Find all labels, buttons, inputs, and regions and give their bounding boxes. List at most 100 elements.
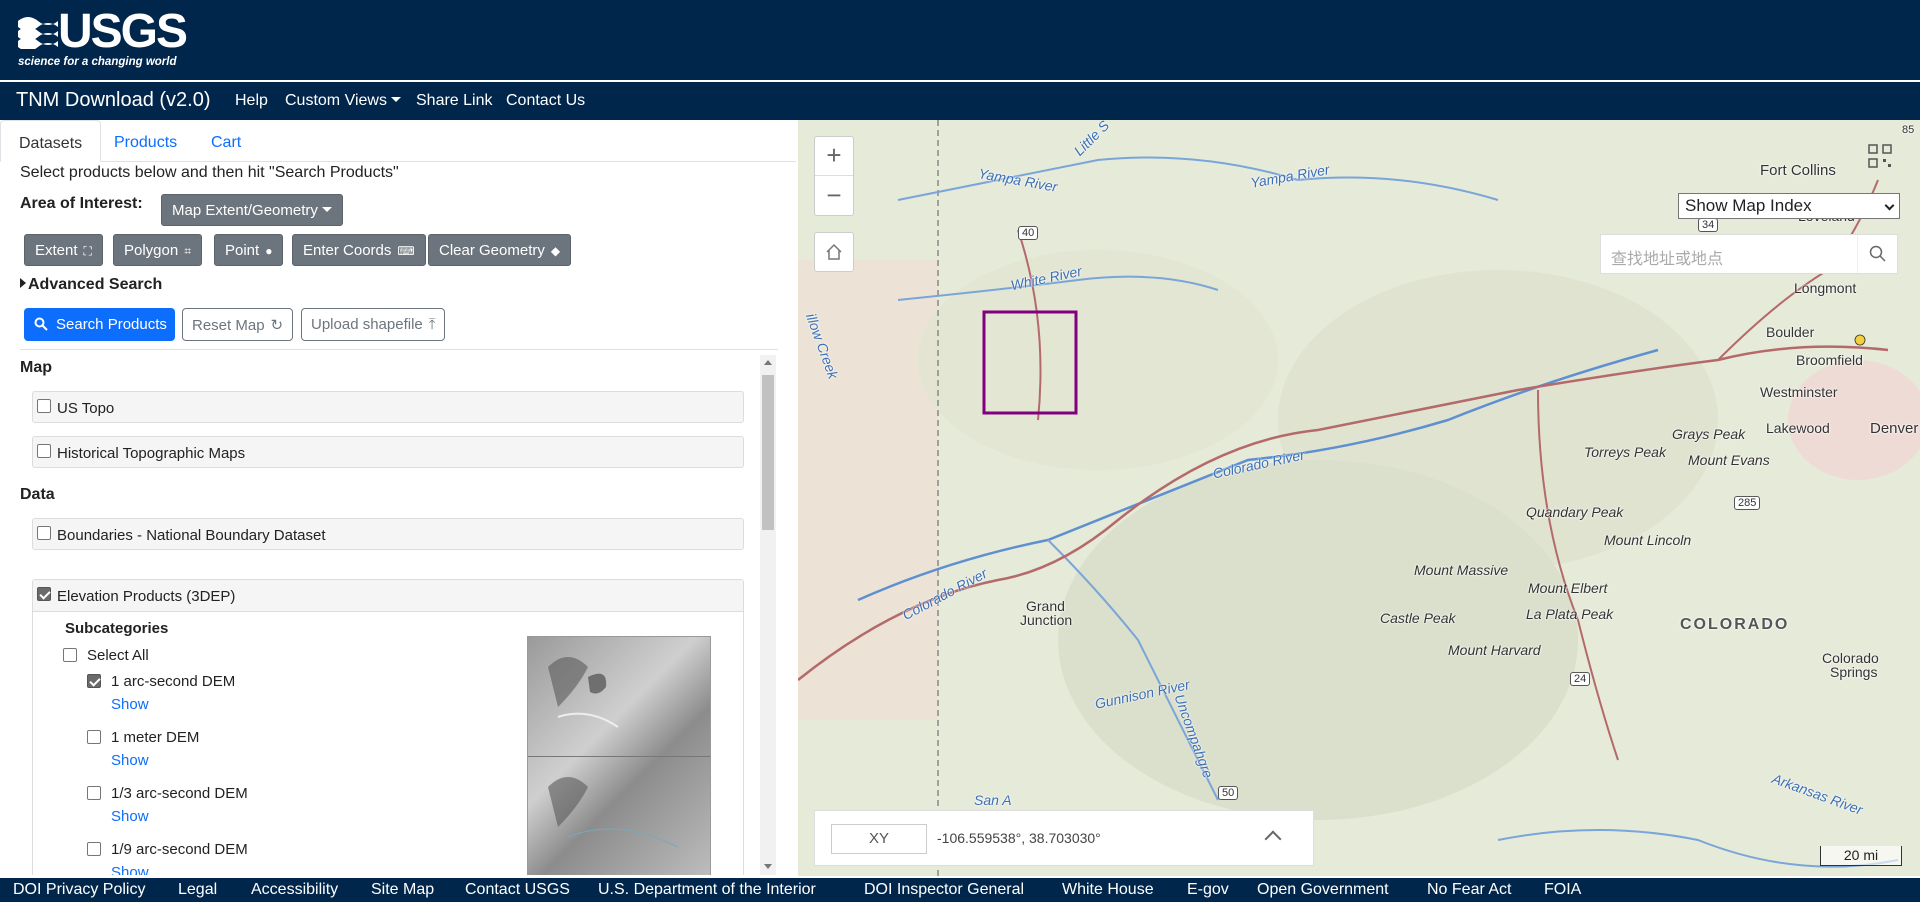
home-button[interactable] — [814, 232, 854, 272]
footer-link[interactable]: U.S. Department of the Interior — [598, 881, 816, 899]
data-section-heading: Data — [20, 486, 55, 503]
footer-link[interactable]: DOI Privacy Policy — [13, 881, 145, 899]
app-brand[interactable]: TNM Download (v2.0) — [16, 89, 211, 112]
extent-button[interactable]: Extent ⛶ — [24, 234, 103, 266]
peak-label: Mount Evans — [1688, 452, 1770, 468]
elevation-checkbox[interactable] — [37, 587, 51, 601]
subcategory-checkbox[interactable] — [87, 674, 101, 688]
scroll-down-icon[interactable] — [764, 864, 772, 869]
usgs-wordmark: USGS — [58, 5, 188, 58]
footer-link[interactable]: DOI Inspector General — [864, 881, 1024, 899]
highway-shield: 285 — [1734, 496, 1761, 510]
tab-datasets[interactable]: Datasets — [0, 120, 102, 162]
footer-link[interactable]: Contact USGS — [465, 881, 570, 899]
search-products-button[interactable]: Search Products — [24, 308, 175, 341]
nav-contact-us[interactable]: Contact Us — [506, 92, 585, 110]
footer-link[interactable]: No Fear Act — [1427, 881, 1511, 899]
place-label: Westminster — [1760, 384, 1838, 400]
aoi-dropdown-button[interactable]: Map Extent/Geometry — [161, 194, 343, 226]
point-button-label: Point — [225, 242, 260, 259]
boundaries-checkbox[interactable] — [37, 526, 51, 540]
footer-link[interactable]: FOIA — [1544, 881, 1581, 899]
place-label: Junction — [1020, 612, 1073, 628]
footer-link[interactable]: Legal — [178, 881, 217, 899]
peak-label: Torreys Peak — [1584, 444, 1666, 460]
footer-link[interactable]: Accessibility — [251, 881, 338, 899]
show-link[interactable]: Show — [111, 808, 149, 825]
advanced-search-label: Advanced Search — [28, 276, 163, 293]
show-link[interactable]: Show — [111, 752, 149, 769]
search-button[interactable] — [1857, 235, 1897, 273]
usgs-logo[interactable]: USGS science for a changing world — [18, 8, 188, 72]
dataset-item-us-topo[interactable]: US Topo — [32, 391, 744, 423]
scroll-up-icon[interactable] — [764, 360, 772, 365]
subcategory-checkbox[interactable] — [87, 730, 101, 744]
highway-shield: 34 — [1698, 218, 1719, 232]
footer-link[interactable]: White House — [1062, 881, 1154, 899]
map-section-heading: Map — [20, 359, 52, 376]
us-topo-label: US Topo — [57, 400, 115, 417]
footer: DOI Privacy Policy Legal Accessibility S… — [0, 878, 1920, 902]
app-navbar: TNM Download (v2.0) Help Custom Views Sh… — [0, 82, 1920, 120]
highway-shield: 50 — [1218, 786, 1239, 800]
footer-link[interactable]: Site Map — [371, 881, 434, 899]
dataset-item-historical-topo[interactable]: Historical Topographic Maps — [32, 436, 744, 468]
usgs-tagline: science for a changing world — [18, 56, 177, 68]
coordinate-widget: XY -106.559538°, 38.703030° — [814, 810, 1314, 866]
subcategory-label: 1/3 arc-second DEM — [111, 785, 248, 802]
home-icon — [826, 243, 842, 260]
place-label: Lakewood — [1766, 420, 1830, 436]
zoom-in-icon[interactable]: + — [815, 137, 853, 176]
panel-scrollbar[interactable] — [760, 355, 776, 875]
us-topo-checkbox[interactable] — [37, 399, 51, 413]
peak-label: Mount Massive — [1414, 562, 1509, 578]
map-search-box[interactable]: 查找地址或地点 — [1600, 234, 1898, 274]
aoi-dropdown-label: Map Extent/Geometry — [172, 202, 318, 219]
tab-bar: Datasets Products Cart — [0, 120, 796, 162]
peak-label: Castle Peak — [1380, 610, 1456, 626]
map-view[interactable]: Yampa River Yampa River White River Colo… — [798, 120, 1920, 878]
reset-map-button[interactable]: Reset Map ↻ — [182, 308, 294, 341]
historical-topo-checkbox[interactable] — [37, 444, 51, 458]
show-link[interactable]: Show — [111, 696, 149, 713]
caret-down-icon — [390, 97, 401, 102]
advanced-search-toggle[interactable]: Advanced Search — [20, 276, 162, 294]
dem-preview-image — [527, 636, 711, 875]
show-link[interactable]: Show — [111, 864, 149, 875]
map-index-label: Show Map Index — [1685, 196, 1812, 215]
scrollbar-thumb[interactable] — [762, 375, 774, 530]
chevron-up-icon[interactable] — [1264, 830, 1282, 848]
keyboard-icon: ⌨ — [397, 244, 415, 258]
usgs-header: USGS science for a changing world — [0, 0, 1920, 80]
instructions-text: Select products below and then hit "Sear… — [20, 164, 399, 181]
clear-geometry-button[interactable]: Clear Geometry ◆ — [428, 234, 572, 266]
historical-topo-label: Historical Topographic Maps — [57, 445, 246, 462]
polygon-button[interactable]: Polygon ⌗ — [113, 234, 202, 266]
zoom-out-icon[interactable]: − — [815, 177, 853, 216]
coordinate-mode-button[interactable]: XY — [831, 824, 927, 854]
place-label: Fort Collins — [1760, 162, 1836, 179]
qr-code-icon[interactable] — [1866, 142, 1894, 170]
map-search-input[interactable]: 查找地址或地点 — [1611, 245, 1723, 269]
upload-shapefile-button[interactable]: Upload shapefile ⤒ — [301, 308, 446, 341]
elevation-header[interactable]: Elevation Products (3DEP) — [33, 580, 743, 612]
point-button[interactable]: Point ● — [214, 234, 284, 266]
nav-custom-views-label: Custom Views — [285, 92, 387, 109]
subcategory-checkbox[interactable] — [87, 786, 101, 800]
map-index-select[interactable]: Show Map Index — [1678, 193, 1900, 219]
highway-shield: 40 — [1018, 226, 1039, 240]
dataset-item-boundaries[interactable]: Boundaries - National Boundary Dataset — [32, 518, 744, 550]
tab-cart[interactable]: Cart — [193, 120, 259, 162]
caret-down-icon — [321, 207, 332, 212]
nav-custom-views[interactable]: Custom Views — [285, 92, 401, 110]
footer-link[interactable]: E-gov — [1187, 881, 1229, 899]
tab-products[interactable]: Products — [96, 120, 195, 162]
footer-link[interactable]: Open Government — [1257, 881, 1389, 899]
nav-help[interactable]: Help — [235, 92, 268, 110]
enter-coords-button[interactable]: Enter Coords ⌨ — [292, 234, 426, 266]
polygon-icon: ⌗ — [184, 244, 191, 258]
subcategory-checkbox[interactable] — [87, 842, 101, 856]
peak-label: Quandary Peak — [1526, 504, 1624, 520]
nav-share-link[interactable]: Share Link — [416, 92, 493, 110]
select-all-checkbox[interactable] — [63, 648, 77, 662]
